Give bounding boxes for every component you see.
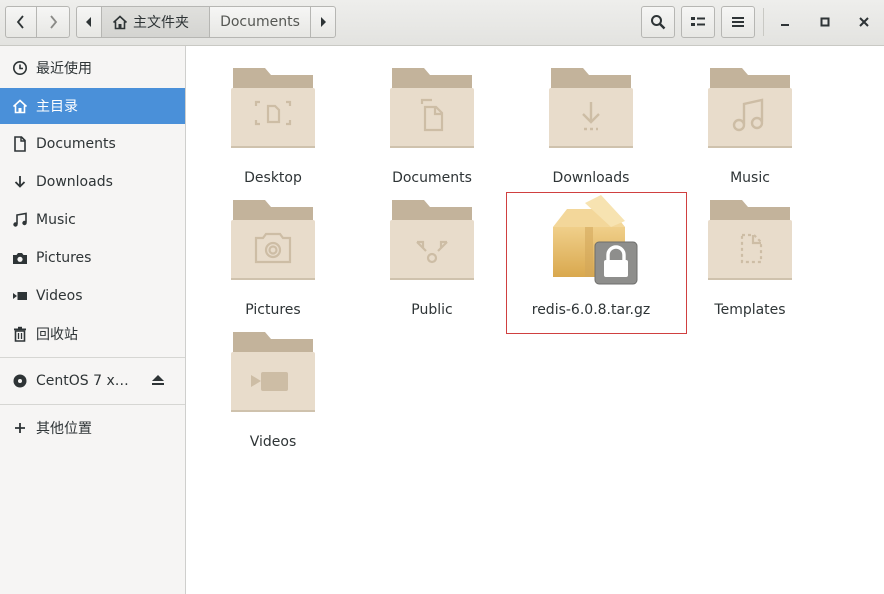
forward-button[interactable] [36, 6, 70, 38]
folder-icon [708, 68, 792, 148]
hamburger-menu-icon [732, 17, 744, 27]
search-button[interactable] [641, 6, 675, 38]
folder-pictures[interactable]: Pictures [203, 198, 343, 328]
file-label: Public [411, 302, 453, 318]
sidebar-item-label: Music [36, 212, 76, 228]
archive-icon [553, 195, 638, 285]
video-icon [11, 287, 29, 305]
folder-templates[interactable]: Templates [680, 198, 820, 328]
sidebar-item-label: Documents [36, 136, 116, 152]
back-button[interactable] [5, 6, 37, 38]
sidebar-item-label: Downloads [36, 174, 113, 190]
file-label: Documents [392, 170, 472, 186]
chevron-right-icon [321, 17, 326, 27]
folder-icon [708, 200, 792, 280]
folder-videos[interactable]: Videos [203, 330, 343, 460]
folder-icon [549, 68, 633, 148]
file-label: Templates [714, 302, 786, 318]
path-scroll-right[interactable] [310, 6, 336, 38]
sidebar-item-recent[interactable]: 最近使用 [0, 50, 185, 86]
file-label: Music [730, 170, 770, 186]
file-label: Videos [249, 434, 297, 450]
maximize-button[interactable] [813, 10, 837, 34]
folder-desktop[interactable]: Desktop [203, 66, 343, 196]
sidebar-item-trash[interactable]: 回收站 [0, 316, 185, 352]
clock-icon [11, 59, 29, 77]
home-icon [112, 14, 128, 29]
folder-icon [390, 200, 474, 280]
eject-icon[interactable] [150, 373, 166, 391]
path-scroll-left[interactable] [76, 6, 102, 38]
file-label: redis-6.0.8.tar.gz [531, 302, 651, 318]
music-note-icon [11, 211, 29, 229]
breadcrumb-documents[interactable]: Documents [209, 6, 311, 38]
document-icon [11, 135, 29, 153]
plus-icon [11, 419, 29, 437]
sidebar-item-home[interactable]: 主目录 [0, 88, 185, 124]
sidebar-separator [0, 357, 185, 358]
sidebar-item-device-centos[interactable]: CentOS 7 x… [0, 363, 185, 399]
close-icon [859, 17, 869, 27]
breadcrumb-home[interactable]: 主文件夹 [101, 6, 210, 38]
sidebar-item-label: 回收站 [36, 327, 78, 343]
sidebar-item-label: 最近使用 [36, 61, 92, 77]
sidebar-item-documents[interactable]: Documents [0, 126, 185, 162]
chevron-right-icon [50, 15, 58, 29]
close-button[interactable] [852, 10, 876, 34]
folder-icon [231, 200, 315, 280]
folder-downloads[interactable]: Downloads [521, 66, 661, 196]
header-separator [763, 8, 764, 36]
sidebar-item-label: 主目录 [36, 99, 78, 115]
sidebar-item-label: CentOS 7 x… [36, 373, 129, 389]
menu-button[interactable] [721, 6, 755, 38]
folder-icon [390, 68, 474, 148]
sidebar-item-label: 其他位置 [36, 421, 92, 437]
camera-icon [11, 249, 29, 267]
file-redis-archive[interactable]: redis-6.0.8.tar.gz [521, 195, 661, 328]
download-icon [11, 173, 29, 191]
file-label: Desktop [244, 170, 302, 186]
chevron-left-icon [16, 15, 24, 29]
home-icon [11, 97, 29, 115]
breadcrumb-label: Documents [220, 14, 300, 30]
sidebar-item-videos[interactable]: Videos [0, 278, 185, 314]
sidebar-item-downloads[interactable]: Downloads [0, 164, 185, 200]
sidebar-separator [0, 404, 185, 405]
lock-icon [594, 241, 638, 285]
file-label: Downloads [552, 170, 630, 186]
folder-icon [231, 68, 315, 148]
list-view-icon [691, 17, 705, 26]
minimize-icon [781, 24, 789, 26]
sidebar-item-other-locations[interactable]: 其他位置 [0, 410, 185, 446]
sidebar: 最近使用 主目录 Documents Downloads Music Pictu… [0, 46, 186, 594]
folder-music[interactable]: Music [680, 66, 820, 196]
search-icon [651, 15, 666, 30]
maximize-icon [820, 17, 830, 27]
chevron-left-icon [86, 17, 91, 27]
trash-icon [11, 325, 29, 343]
breadcrumb-label: 主文件夹 [133, 15, 189, 31]
view-toggle-button[interactable] [681, 6, 715, 38]
sidebar-item-label: Videos [36, 288, 83, 304]
header-bar: 主文件夹 Documents [0, 0, 884, 46]
file-grid: Desktop Documents Downloads Music Pictur… [187, 46, 884, 594]
minimize-button[interactable] [773, 10, 797, 34]
sidebar-item-label: Pictures [36, 250, 92, 266]
folder-icon [231, 332, 315, 412]
disc-icon [11, 372, 29, 390]
sidebar-item-pictures[interactable]: Pictures [0, 240, 185, 276]
sidebar-item-music[interactable]: Music [0, 202, 185, 238]
file-label: Pictures [245, 302, 301, 318]
folder-public[interactable]: Public [362, 198, 502, 328]
folder-documents[interactable]: Documents [362, 66, 502, 196]
